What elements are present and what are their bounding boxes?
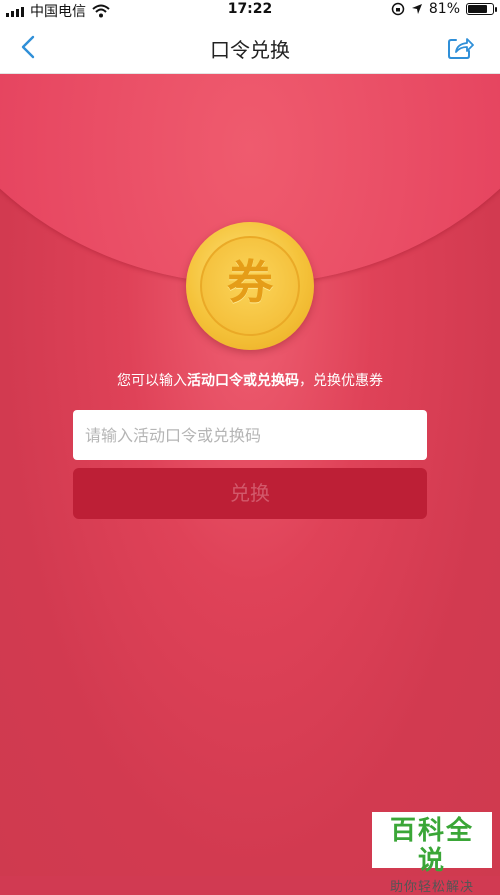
watermark-title: 百科全说 [389, 816, 474, 876]
status-right: 81% [391, 1, 497, 17]
redeem-code-input[interactable] [73, 410, 427, 460]
share-icon[interactable] [446, 33, 474, 61]
watermark-logo: 百科全说 助你轻松解决 [372, 812, 492, 895]
page-title: 口令兑换 [210, 38, 290, 62]
hint-bold: 活动口令或兑换码 [187, 373, 299, 389]
hint-text: 您可以输入活动口令或兑换码，兑换优惠券 [0, 370, 500, 390]
redeem-panel: 券 您可以输入活动口令或兑换码，兑换优惠券 兑换 [0, 74, 500, 876]
redeem-button[interactable]: 兑换 [73, 468, 427, 519]
hint-suffix: ，兑换优惠券 [299, 373, 383, 389]
battery-icon [466, 3, 497, 15]
location-arrow-icon [411, 4, 422, 14]
status-bar: 中国电信 17:22 81% [0, 0, 500, 20]
battery-percent: 81% [428, 1, 460, 17]
watermark-subtitle: 助你轻松解决 [389, 880, 474, 895]
hint-prefix: 您可以输入 [117, 373, 187, 389]
nav-bar: 口令兑换 [0, 20, 500, 74]
rotation-lock-icon [391, 2, 405, 16]
coin-glyph: 券 [227, 255, 273, 309]
coupon-coin-icon: 券 [186, 222, 314, 350]
battery-fill [468, 5, 487, 13]
